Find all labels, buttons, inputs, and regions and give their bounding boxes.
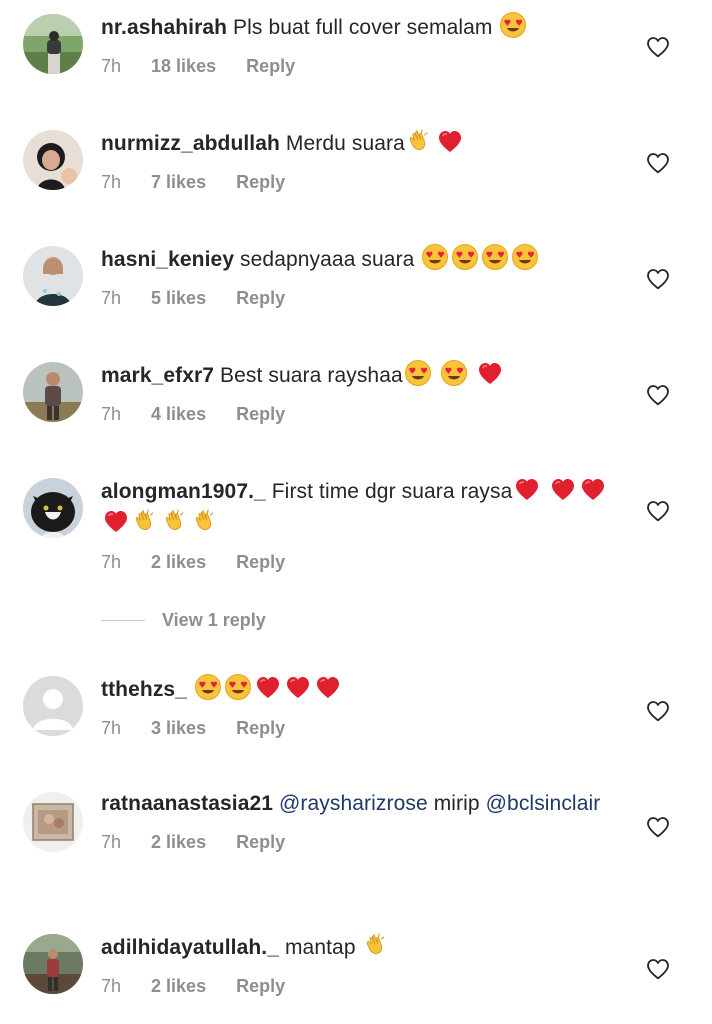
- comment-time: 7h: [101, 976, 122, 996]
- heart-eyes-emoji: [224, 673, 252, 701]
- comment-time: 7h: [101, 832, 122, 852]
- comment-username[interactable]: tthehzs_: [101, 678, 187, 701]
- red-heart-emoji: [513, 475, 541, 503]
- heart-outline-icon[interactable]: [646, 384, 670, 406]
- reply-button[interactable]: Reply: [236, 552, 285, 572]
- reply-button[interactable]: Reply: [236, 172, 285, 192]
- comment-time: 7h: [101, 552, 122, 572]
- view-replies-button[interactable]: View 1 reply: [101, 607, 266, 633]
- heart-eyes-emoji: [440, 359, 468, 387]
- clapping-hands-emoji: [162, 507, 190, 535]
- divider-line: [101, 619, 145, 621]
- mention-link[interactable]: @bclsinclair: [486, 792, 601, 815]
- like-count[interactable]: 2 likes: [151, 552, 206, 572]
- avatar[interactable]: [23, 246, 83, 306]
- heart-outline-icon[interactable]: [646, 152, 670, 174]
- clapping-hands-emoji: [132, 507, 160, 535]
- red-heart-emoji: [284, 673, 312, 701]
- comment-time: 7h: [101, 56, 122, 76]
- red-heart-emoji: [436, 127, 464, 155]
- heart-outline-icon[interactable]: [646, 500, 670, 522]
- heart-eyes-emoji: [194, 673, 222, 701]
- clapping-hands-emoji: [406, 127, 434, 155]
- heart-eyes-emoji: [481, 243, 509, 271]
- comment-text: Best suara rayshaa: [220, 364, 403, 387]
- reply-button[interactable]: Reply: [236, 288, 285, 308]
- comment-text: First time dgr suara raysa: [271, 480, 513, 503]
- like-count[interactable]: 3 likes: [151, 718, 206, 738]
- reply-button[interactable]: Reply: [236, 718, 285, 738]
- like-count[interactable]: 2 likes: [151, 976, 206, 996]
- heart-outline-icon[interactable]: [646, 958, 670, 980]
- like-count[interactable]: 4 likes: [151, 404, 206, 424]
- avatar[interactable]: [23, 362, 83, 422]
- red-heart-emoji: [102, 507, 130, 535]
- comment-time: 7h: [101, 172, 122, 192]
- heart-outline-icon[interactable]: [646, 36, 670, 58]
- comment-username[interactable]: alongman1907._: [101, 480, 266, 503]
- red-heart-emoji: [254, 673, 282, 701]
- comment-username[interactable]: adilhidayatullah._: [101, 936, 279, 959]
- avatar[interactable]: [23, 130, 83, 190]
- view-replies-label: View 1 reply: [162, 609, 266, 630]
- avatar[interactable]: [23, 478, 83, 538]
- avatar[interactable]: [23, 792, 83, 852]
- heart-outline-icon[interactable]: [646, 700, 670, 722]
- clapping-hands-emoji: [363, 931, 391, 959]
- comment-text: mantap: [284, 936, 356, 959]
- comment-time: 7h: [101, 718, 122, 738]
- like-count[interactable]: 2 likes: [151, 832, 206, 852]
- heart-eyes-emoji: [511, 243, 539, 271]
- red-heart-emoji: [549, 475, 577, 503]
- clapping-hands-emoji: [192, 507, 220, 535]
- reply-button[interactable]: Reply: [236, 832, 285, 852]
- reply-button[interactable]: Reply: [246, 56, 295, 76]
- comment-time: 7h: [101, 404, 122, 424]
- heart-eyes-emoji: [421, 243, 449, 271]
- comment-username[interactable]: nr.ashahirah: [101, 16, 227, 39]
- heart-eyes-emoji: [499, 11, 527, 39]
- red-heart-emoji: [579, 475, 607, 503]
- mention-link[interactable]: @raysharizrose: [279, 792, 428, 815]
- reply-button[interactable]: Reply: [236, 404, 285, 424]
- like-count[interactable]: 18 likes: [151, 56, 216, 76]
- comment-username[interactable]: nurmizz_abdullah: [101, 132, 280, 155]
- avatar[interactable]: [23, 14, 83, 74]
- comment-text: mirip: [433, 792, 480, 815]
- like-count[interactable]: 5 likes: [151, 288, 206, 308]
- red-heart-emoji: [476, 359, 504, 387]
- comment-text: Pls buat full cover semalam: [233, 16, 493, 39]
- red-heart-emoji: [314, 673, 342, 701]
- heart-outline-icon[interactable]: [646, 816, 670, 838]
- like-count[interactable]: 7 likes: [151, 172, 206, 192]
- heart-eyes-emoji: [404, 359, 432, 387]
- avatar[interactable]: [23, 676, 83, 736]
- comment-time: 7h: [101, 288, 122, 308]
- comment-username[interactable]: hasni_keniey: [101, 248, 234, 271]
- comment-text: Merdu suara: [285, 132, 405, 155]
- heart-outline-icon[interactable]: [646, 268, 670, 290]
- heart-eyes-emoji: [451, 243, 479, 271]
- comment-username[interactable]: mark_efxr7: [101, 364, 214, 387]
- reply-button[interactable]: Reply: [236, 976, 285, 996]
- comment-username[interactable]: ratnaanastasia21: [101, 792, 273, 815]
- comment-text: sedapnyaaa suara: [240, 248, 415, 271]
- avatar[interactable]: [23, 934, 83, 994]
